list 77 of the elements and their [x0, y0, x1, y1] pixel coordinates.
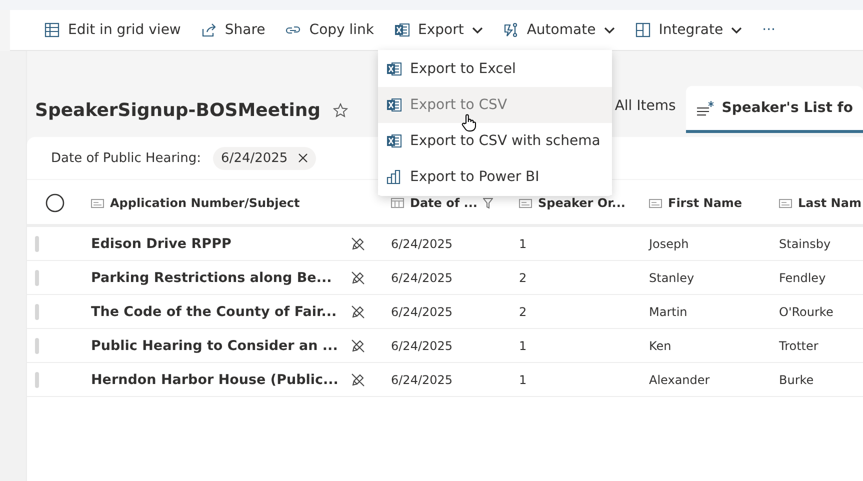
menu-item[interactable]: Export to Power BI [378, 159, 612, 195]
view-tab[interactable]: Speaker's List fo [686, 86, 863, 133]
table-cell-text: 6/24/2025 [391, 304, 454, 318]
toolbar-menu-button[interactable]: Automate [492, 12, 625, 48]
subject-cell[interactable]: Herndon Harbor House (Public... [91, 372, 351, 388]
toolbar-menu-button[interactable]: Export [384, 12, 493, 48]
toolbar-button[interactable]: Share [190, 12, 276, 48]
edit-icon[interactable] [351, 304, 365, 318]
spreadsheet-icon [386, 133, 402, 149]
chevron-down-icon [472, 26, 483, 34]
text-field-icon [649, 198, 662, 208]
table-cell-text: Trotter [779, 338, 820, 352]
table-cell-text: O'Rourke [779, 304, 834, 318]
integrate-icon [634, 22, 651, 38]
bar-chart-icon [386, 169, 402, 185]
toolbar-menu-button[interactable]: Integrate [624, 12, 752, 48]
toolbar-button[interactable]: Copy link [275, 12, 384, 48]
table-cell-text: Ken [649, 338, 672, 352]
text-field-icon [779, 198, 792, 208]
table-cell-text: 6/24/2025 [391, 338, 454, 352]
text-field-icon [519, 198, 532, 208]
chevron-down-icon [604, 26, 615, 34]
table-cell-text: Burke [779, 372, 815, 386]
row-handle[interactable] [35, 270, 39, 286]
select-all-checkbox[interactable] [45, 193, 65, 213]
filter-label: Date of Public Hearing: [51, 150, 202, 166]
table-cell-text: 1 [519, 236, 528, 250]
table-cell-text: 6/24/2025 [391, 372, 454, 386]
custom-view-icon [696, 100, 716, 116]
column-header[interactable]: First Name [649, 196, 779, 210]
table-cell-text: 6/24/2025 [391, 270, 454, 284]
flow-icon [502, 22, 519, 38]
list-title: SpeakerSignup-BOSMeeting [35, 100, 321, 120]
table-cell-text: Joseph [649, 236, 690, 250]
table-cell-text: 2 [519, 304, 528, 318]
menu-item[interactable]: Export to CSV [378, 87, 612, 123]
edit-icon[interactable] [351, 372, 365, 386]
spreadsheet-icon [386, 97, 402, 113]
chevron-down-icon [731, 26, 742, 34]
filter-chip[interactable]: 6/24/2025 [213, 146, 316, 170]
column-header[interactable]: Date of ... [391, 196, 519, 210]
toolbar-button[interactable]: Edit in grid view [34, 12, 191, 48]
table-cell-text: Martin [649, 304, 688, 318]
table-cell-text: 6/24/2025 [391, 236, 454, 250]
table-cell-text: Stainsby [779, 236, 832, 250]
more-button[interactable]: ··· [752, 12, 786, 48]
column-header[interactable]: Last Nam [779, 196, 863, 210]
edit-icon[interactable] [351, 236, 365, 250]
column-header[interactable]: Application Number/Subject [91, 196, 391, 210]
close-icon[interactable] [298, 153, 308, 163]
table-cell-text: Alexander [649, 372, 711, 386]
calendar-icon [391, 198, 404, 208]
row-handle[interactable] [35, 304, 39, 320]
table-cell-text: 2 [519, 270, 528, 284]
subject-cell[interactable]: Parking Restrictions along Be... [91, 270, 351, 286]
text-field-icon [91, 198, 104, 208]
edit-icon[interactable] [351, 270, 365, 284]
column-header[interactable]: Speaker Or... [519, 196, 649, 210]
row-handle[interactable] [35, 338, 39, 354]
subject-cell[interactable]: Public Hearing to Consider an ... [91, 338, 351, 354]
row-handle[interactable] [35, 236, 39, 252]
table-cell-text: 1 [519, 372, 528, 386]
subject-cell[interactable]: The Code of the County of Fair... [91, 304, 351, 320]
table-cell-text: 1 [519, 338, 528, 352]
spreadsheet-icon [386, 61, 402, 77]
table-cell-text: Stanley [649, 270, 696, 284]
subject-cell[interactable]: Edison Drive RPPP [91, 236, 351, 252]
edit-icon[interactable] [351, 338, 365, 352]
menu-item[interactable]: Export to CSV with schema [378, 123, 612, 159]
star-icon[interactable] [332, 102, 348, 118]
row-handle[interactable] [35, 372, 39, 388]
menu-item[interactable]: Export to Excel [378, 51, 612, 87]
table-cell-text: Fendley [779, 270, 827, 284]
hand-pointer-icon [461, 114, 477, 132]
grid-icon [44, 22, 60, 38]
share-icon [200, 22, 217, 38]
spreadsheet-icon [394, 22, 410, 38]
